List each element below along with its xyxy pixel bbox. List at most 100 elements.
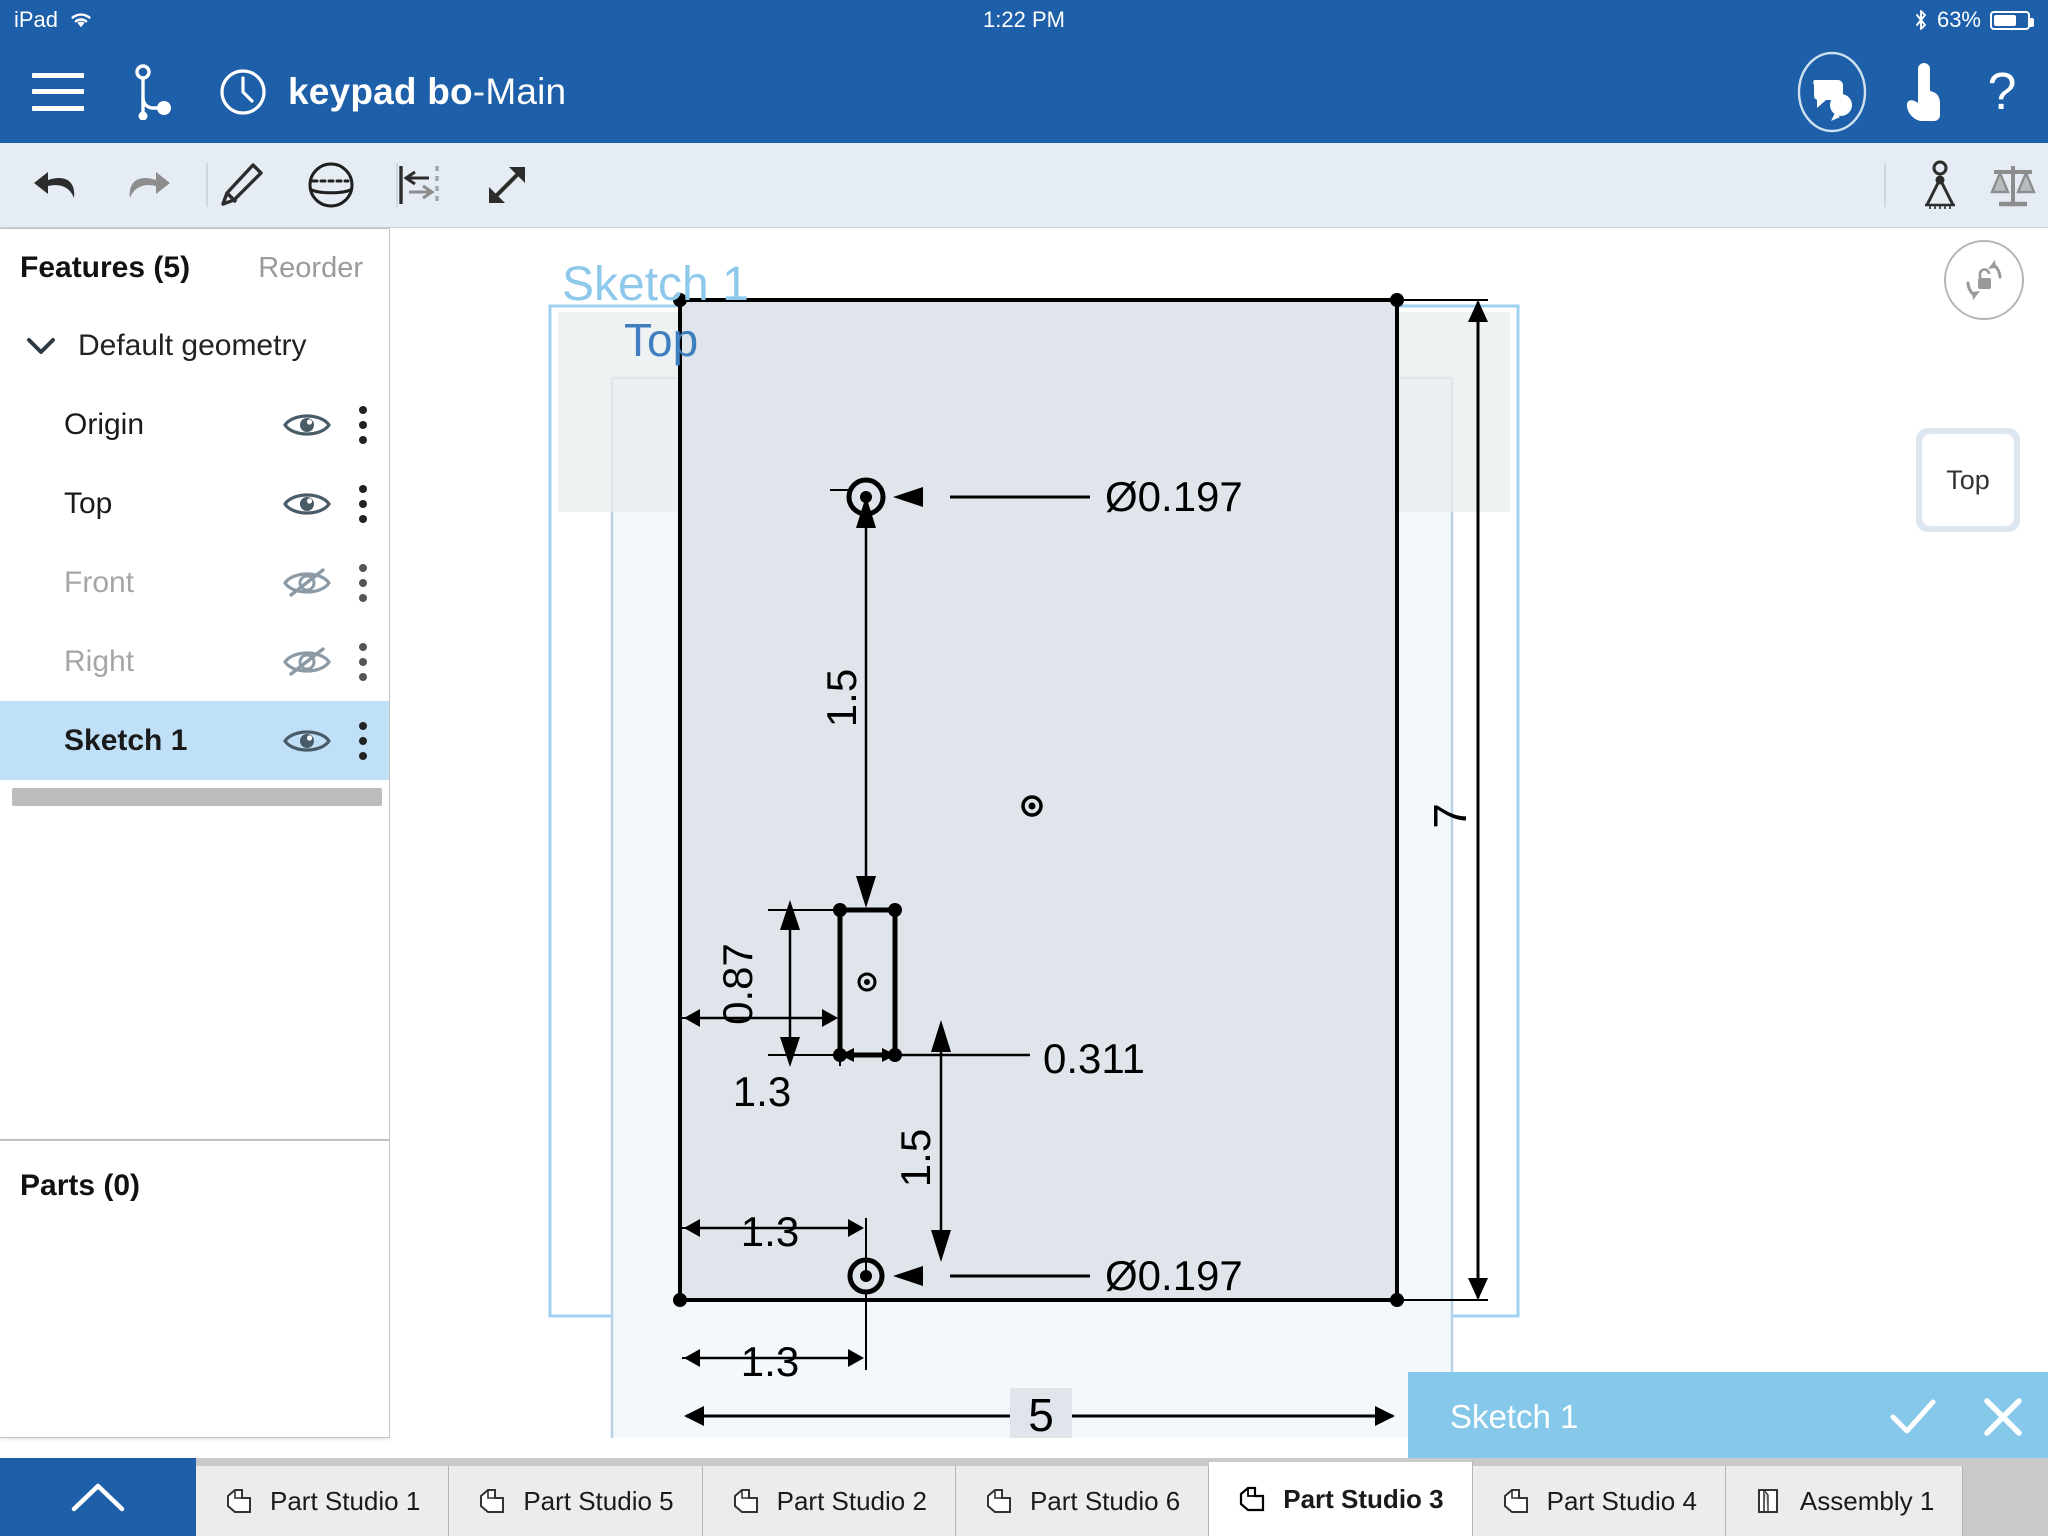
dimension-tool-button[interactable]: [374, 143, 464, 227]
sketch-accept-button[interactable]: [1868, 1372, 1958, 1462]
sketch-point[interactable]: [864, 979, 870, 985]
feature-menu-button[interactable]: [359, 642, 367, 681]
mass-properties-button[interactable]: [1978, 143, 2048, 227]
workspace-name: Main: [485, 70, 567, 112]
sketch-point[interactable]: [1028, 802, 1036, 810]
measure-compass-icon: [1925, 160, 1955, 209]
tab-label: Part Studio 5: [523, 1485, 674, 1516]
graphics-viewport[interactable]: Ø0.197 1.5 0.87 0.311 1.3 1.5 1.3 Ø0.197…: [390, 228, 2048, 1438]
feature-menu-button[interactable]: [359, 721, 367, 760]
eye-hidden-icon[interactable]: [281, 567, 333, 599]
eye-visible-icon[interactable]: [281, 726, 333, 756]
dimension-hole-x-offset-upper[interactable]: 1.3: [741, 1208, 799, 1255]
tab-label: Assembly 1: [1799, 1485, 1935, 1516]
sketch-pencil-icon: [221, 163, 263, 206]
status-bar-clock: 1:22 PM: [983, 7, 1065, 32]
rotate-lock-button[interactable]: [1944, 240, 2024, 320]
checkmark-icon: [1890, 1399, 1936, 1434]
dimension-slot-width[interactable]: 0.311: [1043, 1035, 1145, 1082]
ios-status-bar: iPad 1:22 PM 63%: [0, 0, 2048, 40]
features-panel-header: Features (5) Reorder: [0, 229, 389, 307]
tab-assembly-1[interactable]: Assembly 1: [1725, 1466, 1964, 1536]
close-x-icon: [1984, 1398, 2022, 1436]
tab-part-studio-5[interactable]: Part Studio 5: [449, 1466, 703, 1536]
undo-button[interactable]: [16, 143, 96, 227]
eye-visible-icon[interactable]: [281, 489, 333, 519]
feature-group-label: Default geometry: [78, 329, 307, 362]
feature-label: Origin: [64, 407, 145, 441]
follow-mode-button[interactable]: [1880, 40, 1964, 143]
feature-row-top[interactable]: Top: [0, 464, 389, 543]
reorder-button[interactable]: Reorder: [258, 252, 363, 285]
tab-part-studio-6[interactable]: Part Studio 6: [955, 1466, 1210, 1536]
dimension-top-hole-vertical[interactable]: 1.5: [818, 669, 865, 727]
sketch-drawing[interactable]: Ø0.197 1.5 0.87 0.311 1.3 1.5 1.3 Ø0.197…: [390, 228, 2048, 1438]
tabbar-expand-button[interactable]: [0, 1458, 196, 1536]
tab-part-studio-2[interactable]: Part Studio 2: [702, 1466, 956, 1536]
version-branch-button[interactable]: [112, 40, 196, 143]
document-name: keypad bo: [288, 70, 473, 112]
eye-hidden-icon[interactable]: [281, 646, 333, 678]
dimension-arrow: [1468, 300, 1488, 322]
feature-row-origin[interactable]: Origin: [0, 385, 389, 464]
part-studio-icon: [1237, 1483, 1267, 1515]
feature-label: Top: [64, 486, 113, 520]
dimension-top-hole-diameter[interactable]: Ø0.197: [1105, 473, 1243, 520]
dimension-bottom-hole-diameter[interactable]: Ø0.197: [1105, 1252, 1243, 1299]
part-studio-icon: [1501, 1485, 1531, 1517]
part-studio-icon: [224, 1485, 254, 1517]
feature-group-default-geometry[interactable]: Default geometry: [0, 307, 389, 385]
hamburger-menu-button[interactable]: [14, 40, 102, 143]
part-studio-icon: [984, 1485, 1014, 1517]
tab-label: Part Studio 4: [1546, 1485, 1697, 1516]
sketch-dialog-title: Sketch 1: [1450, 1398, 1579, 1435]
feature-menu-button[interactable]: [359, 405, 367, 444]
feature-menu-button[interactable]: [359, 484, 367, 523]
view-cube-button[interactable]: Top: [1916, 428, 2020, 532]
dimension-outer-width[interactable]: 5: [1028, 1389, 1054, 1438]
part-studio-icon: [477, 1485, 507, 1517]
features-title: Features (5): [20, 251, 191, 284]
sketch-point[interactable]: [673, 1293, 687, 1307]
main-toolbar: [0, 143, 2048, 228]
dimension-hole-x-offset-lower[interactable]: 1.3: [741, 1338, 799, 1385]
dimension-bottom-hole-vertical[interactable]: 1.5: [892, 1129, 939, 1187]
chevron-down-icon[interactable]: [26, 331, 56, 361]
tab-part-studio-3[interactable]: Part Studio 3: [1209, 1462, 1473, 1536]
help-button[interactable]: ?: [1964, 40, 2040, 143]
feature-label: Front: [64, 565, 135, 599]
dimension-slot-x-offset[interactable]: 1.3: [733, 1068, 791, 1115]
assembly-icon: [1754, 1485, 1784, 1517]
eye-visible-icon[interactable]: [281, 410, 333, 440]
parts-panel: Parts (0): [0, 1140, 390, 1438]
tab-part-studio-1[interactable]: Part Studio 1: [196, 1466, 450, 1536]
feature-menu-button[interactable]: [359, 563, 367, 602]
sketch-point[interactable]: [888, 903, 902, 917]
sketch-plane-label[interactable]: Sketch 1: [562, 258, 749, 311]
redo-button[interactable]: [108, 143, 188, 227]
feature-row-sketch-1[interactable]: Sketch 1: [0, 701, 389, 780]
features-horizontal-scrollbar[interactable]: [12, 788, 382, 806]
resize-arrows-icon: [489, 167, 525, 203]
bluetooth-icon: [1916, 10, 1926, 30]
feature-row-front[interactable]: Front: [0, 543, 389, 622]
transform-tool-button[interactable]: [462, 143, 552, 227]
tab-part-studio-4[interactable]: Part Studio 4: [1472, 1466, 1726, 1536]
document-title[interactable]: keypad bo - Main: [288, 40, 566, 143]
sketch-tool-button[interactable]: [196, 143, 286, 227]
primitive-shape-button[interactable]: [286, 143, 376, 227]
version-history-button[interactable]: [200, 40, 286, 143]
battery-icon: [1990, 10, 2034, 30]
dimension-slot-height[interactable]: 0.87: [714, 943, 761, 1025]
dimension-outer-height[interactable]: 7: [1424, 803, 1476, 829]
comments-button[interactable]: [1784, 40, 1880, 143]
feature-row-right[interactable]: Right: [0, 622, 389, 701]
sketch-cancel-button[interactable]: [1958, 1372, 2048, 1462]
feature-label: Sketch 1: [64, 723, 188, 757]
sketch-point[interactable]: [860, 1270, 872, 1282]
feature-label: Right: [64, 644, 135, 678]
top-plane-label[interactable]: Top: [624, 314, 698, 366]
rotate-lock-icon: [1966, 260, 2002, 300]
app-header: keypad bo - Main ?: [0, 40, 2048, 143]
measure-button[interactable]: [1900, 143, 1980, 227]
